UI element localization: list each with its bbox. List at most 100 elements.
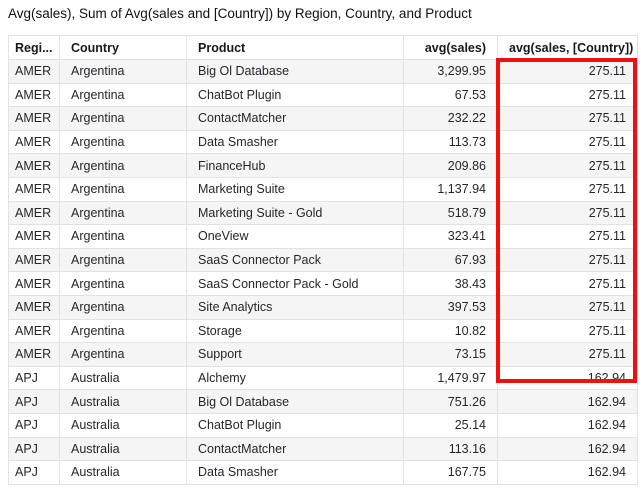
cell-country[interactable]: Argentina <box>60 83 187 107</box>
cell-region[interactable]: APJ <box>9 366 60 390</box>
cell-avg-sales[interactable]: 113.16 <box>404 437 498 461</box>
cell-region[interactable]: AMER <box>9 225 60 249</box>
cell-product[interactable]: Big Ol Database <box>187 390 404 414</box>
cell-product[interactable]: SaaS Connector Pack <box>187 248 404 272</box>
cell-country[interactable]: Australia <box>60 390 187 414</box>
cell-avg-sales-country[interactable]: 275.11 <box>498 248 638 272</box>
cell-region[interactable]: AMER <box>9 130 60 154</box>
cell-country[interactable]: Argentina <box>60 154 187 178</box>
cell-product[interactable]: Data Smasher <box>187 461 404 485</box>
cell-product[interactable]: Alchemy <box>187 366 404 390</box>
cell-avg-sales[interactable]: 25.14 <box>404 413 498 437</box>
cell-product[interactable]: Marketing Suite - Gold <box>187 201 404 225</box>
cell-avg-sales[interactable]: 38.43 <box>404 272 498 296</box>
cell-avg-sales[interactable]: 232.22 <box>404 107 498 131</box>
cell-product[interactable]: FinanceHub <box>187 154 404 178</box>
cell-region[interactable]: APJ <box>9 437 60 461</box>
cell-country[interactable]: Argentina <box>60 107 187 131</box>
cell-region[interactable]: AMER <box>9 107 60 131</box>
cell-avg-sales[interactable]: 67.93 <box>404 248 498 272</box>
column-header-product[interactable]: Product <box>187 36 404 60</box>
cell-country[interactable]: Argentina <box>60 295 187 319</box>
cell-region[interactable]: AMER <box>9 83 60 107</box>
cell-country[interactable]: Argentina <box>60 130 187 154</box>
cell-product[interactable]: ChatBot Plugin <box>187 83 404 107</box>
cell-region[interactable]: AMER <box>9 201 60 225</box>
cell-avg-sales[interactable]: 10.82 <box>404 319 498 343</box>
cell-country[interactable]: Argentina <box>60 343 187 367</box>
table-row: APJAustraliaChatBot Plugin25.14162.94 <box>9 413 638 437</box>
cell-avg-sales-country[interactable]: 275.11 <box>498 60 638 84</box>
cell-product[interactable]: ContactMatcher <box>187 437 404 461</box>
cell-avg-sales-country[interactable]: 162.94 <box>498 390 638 414</box>
cell-avg-sales-country[interactable]: 275.11 <box>498 154 638 178</box>
column-header-avg-sales[interactable]: avg(sales) <box>404 36 498 60</box>
cell-product[interactable]: Marketing Suite <box>187 177 404 201</box>
cell-avg-sales[interactable]: 73.15 <box>404 343 498 367</box>
column-header-avg-sales-country[interactable]: avg(sales, [Country]) <box>498 36 638 60</box>
cell-avg-sales-country[interactable]: 275.11 <box>498 272 638 296</box>
cell-region[interactable]: AMER <box>9 295 60 319</box>
cell-region[interactable]: AMER <box>9 343 60 367</box>
cell-avg-sales-country[interactable]: 275.11 <box>498 295 638 319</box>
table-header: Regi...CountryProductavg(sales)avg(sales… <box>9 36 638 60</box>
cell-country[interactable]: Argentina <box>60 225 187 249</box>
cell-region[interactable]: AMER <box>9 272 60 296</box>
cell-product[interactable]: Support <box>187 343 404 367</box>
cell-avg-sales[interactable]: 3,299.95 <box>404 60 498 84</box>
cell-avg-sales[interactable]: 1,137.94 <box>404 177 498 201</box>
column-header-country[interactable]: Country <box>60 36 187 60</box>
cell-country[interactable]: Argentina <box>60 201 187 225</box>
cell-product[interactable]: ContactMatcher <box>187 107 404 131</box>
cell-avg-sales-country[interactable]: 275.11 <box>498 177 638 201</box>
cell-product[interactable]: Storage <box>187 319 404 343</box>
cell-region[interactable]: APJ <box>9 390 60 414</box>
cell-product[interactable]: Site Analytics <box>187 295 404 319</box>
cell-region[interactable]: APJ <box>9 461 60 485</box>
table-row: AMERArgentinaSite Analytics397.53275.11 <box>9 295 638 319</box>
cell-product[interactable]: OneView <box>187 225 404 249</box>
cell-product[interactable]: Big Ol Database <box>187 60 404 84</box>
cell-country[interactable]: Argentina <box>60 177 187 201</box>
cell-avg-sales-country[interactable]: 275.11 <box>498 343 638 367</box>
cell-product[interactable]: Data Smasher <box>187 130 404 154</box>
cell-avg-sales-country[interactable]: 162.94 <box>498 437 638 461</box>
table-row: APJAustraliaContactMatcher113.16162.94 <box>9 437 638 461</box>
cell-country[interactable]: Australia <box>60 437 187 461</box>
cell-country[interactable]: Argentina <box>60 60 187 84</box>
cell-product[interactable]: ChatBot Plugin <box>187 413 404 437</box>
cell-region[interactable]: AMER <box>9 60 60 84</box>
cell-avg-sales[interactable]: 397.53 <box>404 295 498 319</box>
cell-product[interactable]: SaaS Connector Pack - Gold <box>187 272 404 296</box>
cell-avg-sales[interactable]: 113.73 <box>404 130 498 154</box>
cell-country[interactable]: Argentina <box>60 248 187 272</box>
cell-country[interactable]: Australia <box>60 366 187 390</box>
cell-avg-sales[interactable]: 518.79 <box>404 201 498 225</box>
cell-avg-sales[interactable]: 1,479.97 <box>404 366 498 390</box>
cell-avg-sales[interactable]: 323.41 <box>404 225 498 249</box>
column-header-region[interactable]: Regi... <box>9 36 60 60</box>
cell-avg-sales[interactable]: 751.26 <box>404 390 498 414</box>
cell-avg-sales-country[interactable]: 162.94 <box>498 366 638 390</box>
cell-country[interactable]: Australia <box>60 413 187 437</box>
cell-region[interactable]: AMER <box>9 177 60 201</box>
cell-avg-sales[interactable]: 167.75 <box>404 461 498 485</box>
cell-avg-sales[interactable]: 67.53 <box>404 83 498 107</box>
cell-avg-sales-country[interactable]: 275.11 <box>498 83 638 107</box>
cell-avg-sales-country[interactable]: 275.11 <box>498 201 638 225</box>
cell-region[interactable]: AMER <box>9 319 60 343</box>
cell-country[interactable]: Australia <box>60 461 187 485</box>
cell-region[interactable]: AMER <box>9 248 60 272</box>
cell-country[interactable]: Argentina <box>60 319 187 343</box>
cell-region[interactable]: AMER <box>9 154 60 178</box>
cell-avg-sales-country[interactable]: 275.11 <box>498 130 638 154</box>
cell-avg-sales-country[interactable]: 162.94 <box>498 461 638 485</box>
cell-region[interactable]: APJ <box>9 413 60 437</box>
cell-avg-sales-country[interactable]: 275.11 <box>498 107 638 131</box>
cell-country[interactable]: Argentina <box>60 272 187 296</box>
table-row: AMERArgentinaOneView323.41275.11 <box>9 225 638 249</box>
cell-avg-sales-country[interactable]: 162.94 <box>498 413 638 437</box>
cell-avg-sales-country[interactable]: 275.11 <box>498 225 638 249</box>
cell-avg-sales-country[interactable]: 275.11 <box>498 319 638 343</box>
cell-avg-sales[interactable]: 209.86 <box>404 154 498 178</box>
